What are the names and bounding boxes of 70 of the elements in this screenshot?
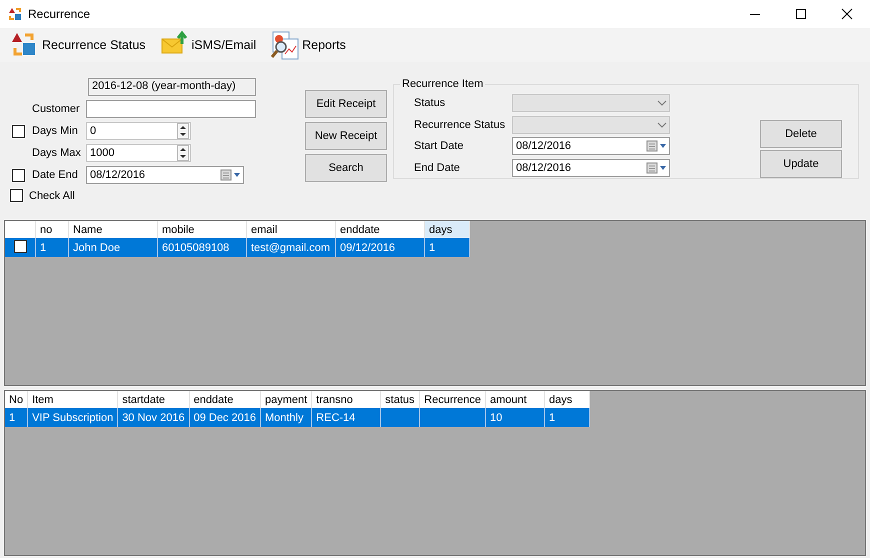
column-header[interactable]: enddate [336, 221, 424, 238]
action-button[interactable]: Search [305, 154, 387, 182]
column-header[interactable]: email [246, 221, 336, 238]
field-label: Days Min [31, 125, 79, 137]
field-label: Start Date [414, 140, 465, 152]
field-label: Date End [31, 169, 79, 181]
column-header[interactable]: amount [486, 391, 545, 408]
table-cell: 30 Nov 2016 [122, 412, 185, 424]
app-icon [8, 7, 22, 21]
column-header[interactable]: enddate [189, 391, 260, 408]
table-cell: 09/12/2016 [340, 242, 396, 254]
table-cell: 1 [429, 242, 436, 254]
table-cell: John Doe [73, 242, 120, 254]
table-cell: 1 [549, 412, 556, 424]
field-label: Recurrence Status [414, 118, 506, 131]
column-header[interactable]: transno [312, 391, 381, 408]
customer-field[interactable] [86, 100, 256, 118]
spin-arrows-icon [177, 145, 189, 161]
table-cell: test@gmail.com [251, 242, 330, 254]
date-picker[interactable]: 08/12/2016 [86, 166, 244, 184]
checkbox-label: Check All [29, 190, 75, 202]
table-cell: REC-14 [316, 412, 356, 424]
number-spinner[interactable]: 1000 [86, 144, 191, 162]
toolbar-button[interactable]: Recurrence Status [8, 30, 148, 60]
action-button[interactable]: Update [760, 150, 842, 178]
table-cell: Monthly [264, 412, 304, 424]
checkbox[interactable] [12, 168, 25, 182]
checkbox[interactable] [12, 124, 25, 138]
field-label: Days Max [31, 147, 82, 159]
column-header[interactable]: Name [68, 221, 158, 238]
column-header[interactable]: Recurrence [420, 391, 486, 408]
table-row[interactable]: 1 John Doe 60105089108 test@gmail.com 09/12/2016 1 [5, 238, 470, 257]
toolbar-button[interactable]: Reports [268, 30, 348, 60]
column-header[interactable]: payment [260, 391, 312, 408]
number-spinner[interactable]: 0 [86, 122, 191, 140]
column-header[interactable]: No [5, 391, 28, 408]
chevron-down-icon [656, 98, 668, 108]
field-label: End Date [414, 162, 461, 174]
action-button[interactable]: Delete [760, 120, 842, 148]
column-header[interactable]: startdate [118, 391, 190, 408]
chevron-down-icon [656, 120, 668, 130]
date-picker[interactable]: 08/12/2016 [512, 159, 670, 178]
action-button[interactable]: New Receipt [305, 122, 387, 150]
column-header[interactable]: days [544, 391, 590, 408]
calendar-dropdown-icon [646, 139, 668, 154]
column-header[interactable]: mobile [158, 221, 246, 238]
table-cell: 60105089108 [162, 242, 230, 254]
calendar-dropdown-icon [220, 168, 242, 182]
field-label: Customer [31, 103, 81, 115]
table-cell: 10 [490, 412, 502, 424]
toolbar-button[interactable]: iSMS/Email [158, 30, 258, 60]
table-row[interactable]: 1 VIP Subscription 30 Nov 2016 09 Dec 2016 Monthly REC-14 10 1 [5, 408, 590, 427]
date-display: 2016-12-08 (year-month-day) [88, 78, 256, 96]
window-title: Recurrence [28, 7, 92, 21]
column-header[interactable]: Item [28, 391, 118, 408]
group-title: Recurrence Item [400, 78, 486, 90]
table-cell: 09 Dec 2016 [194, 412, 256, 424]
field-label: Status [414, 96, 446, 109]
table-cell: 1 [9, 412, 16, 424]
column-header[interactable]: days [424, 221, 470, 238]
calendar-dropdown-icon [646, 161, 668, 176]
action-button[interactable]: Edit Receipt [305, 90, 387, 118]
column-header[interactable]: status [380, 391, 420, 408]
table-cell: 1 [40, 242, 46, 254]
date-picker[interactable]: 08/12/2016 [512, 137, 670, 156]
table-cell: VIP Subscription [32, 412, 114, 424]
spin-arrows-icon [177, 123, 189, 139]
checkbox[interactable] [14, 240, 26, 252]
checkbox[interactable] [10, 189, 23, 202]
column-header[interactable]: no [36, 221, 68, 238]
